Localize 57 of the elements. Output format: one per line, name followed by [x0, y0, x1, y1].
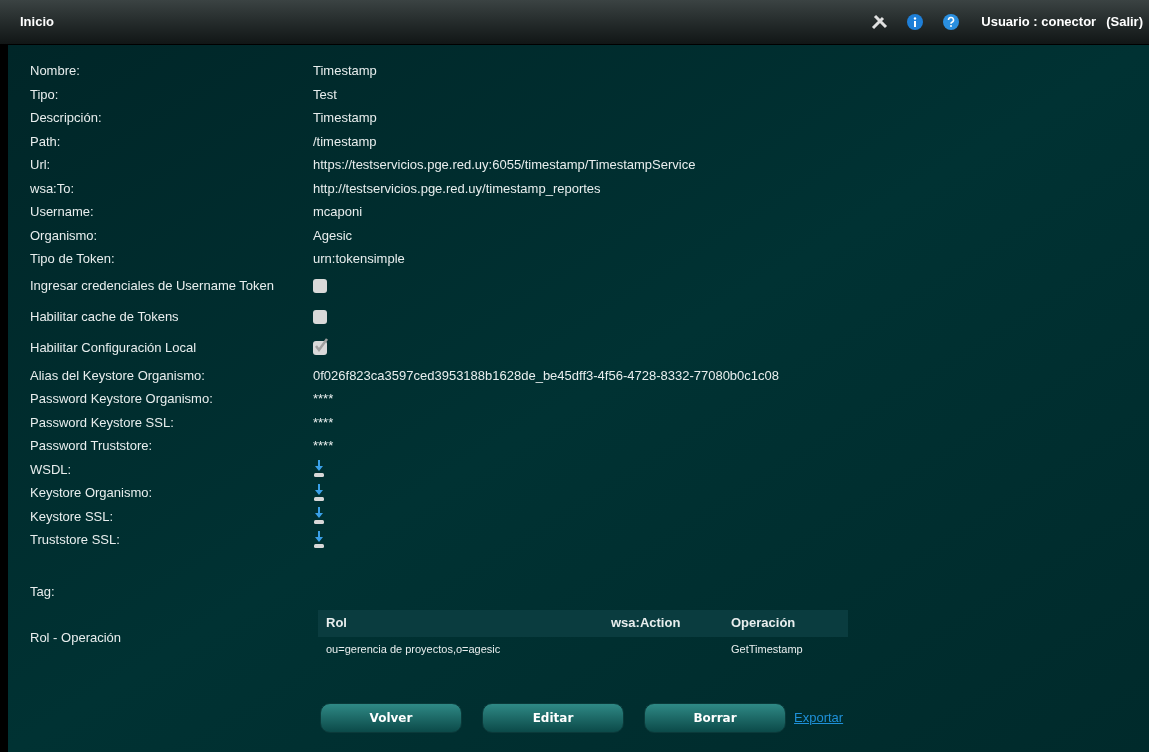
field-label: Tag:	[30, 582, 56, 601]
field-label: Organismo:	[30, 226, 99, 245]
download-icon[interactable]	[313, 483, 325, 502]
download-icon[interactable]	[313, 507, 325, 526]
field-value: https://testservicios.pge.red.uy:6055/timestamp/TimestampService	[313, 156, 696, 174]
checkbox[interactable]	[313, 279, 327, 293]
column-header: wsa:Action	[610, 614, 682, 633]
field-label: Path:	[30, 132, 62, 151]
field-value: ****	[313, 413, 334, 432]
field-value: http://testservicios.pge.red.uy/timestamp_reportes	[313, 179, 601, 198]
logout-link[interactable]: (Salir)	[1106, 12, 1143, 32]
table-cell-text: ou=gerencia de proyectos,o=agesic	[325, 642, 502, 658]
field-value: 0f026f823ca3597ced3953188b1628de_be45dff3-4f56-4728-8332-77080b0c1c08	[313, 366, 780, 385]
field-value: /timestamp	[313, 132, 377, 151]
field-label: Habilitar cache de Tokens	[30, 308, 180, 327]
help-icon[interactable]	[943, 14, 960, 30]
column-header: Operación	[730, 614, 797, 633]
field-label: Rol - Operación	[30, 628, 123, 647]
field-label: Keystore SSL:	[30, 507, 115, 526]
field-value: urn:tokensimple	[313, 250, 405, 268]
user-label: Usuario : conector	[981, 13, 1097, 32]
checkbox[interactable]	[313, 310, 327, 324]
field-value: Test	[313, 85, 337, 104]
download-icon[interactable]	[313, 460, 325, 479]
field-value: ****	[313, 437, 334, 455]
field-label: wsa:To:	[30, 179, 76, 198]
field-label: Nombre:	[30, 62, 81, 80]
field-label: Tipo de Token:	[30, 250, 116, 268]
field-label: Truststore SSL:	[30, 531, 121, 549]
field-label: Password Keystore Organismo:	[30, 390, 214, 408]
action-button[interactable]: Borrar	[644, 702, 786, 733]
page-title: Inicio	[20, 13, 54, 32]
action-button[interactable]: Volver	[320, 702, 462, 733]
field-label: Alias del Keystore Organismo:	[30, 366, 206, 385]
field-label: Habilitar Configuración Local	[30, 339, 198, 358]
field-label: Username:	[30, 203, 95, 221]
field-label: Password Keystore SSL:	[30, 413, 175, 432]
action-button[interactable]: Editar	[482, 702, 624, 733]
column-header: Rol	[325, 614, 348, 633]
field-value: Timestamp	[313, 109, 377, 127]
checkbox[interactable]	[313, 341, 327, 355]
tools-icon[interactable]	[871, 13, 890, 31]
field-label: Password Truststore:	[30, 437, 154, 455]
download-icon[interactable]	[313, 530, 325, 549]
field-label: Descripción:	[30, 109, 103, 127]
field-label: Ingresar credenciales de Username Token	[30, 277, 275, 296]
field-value: Agesic	[313, 226, 353, 245]
field-value: Timestamp	[313, 62, 377, 80]
field-label: WSDL:	[30, 460, 73, 479]
field-label: Url:	[30, 156, 52, 174]
field-value: mcaponi	[313, 203, 363, 221]
field-value: ****	[313, 390, 334, 408]
field-label: Keystore Organismo:	[30, 484, 154, 502]
field-label: Tipo:	[30, 85, 60, 104]
table-cell-text: GetTimestamp	[730, 642, 804, 658]
export-link[interactable]: Exportar	[794, 707, 844, 728]
info-icon[interactable]	[907, 14, 924, 30]
